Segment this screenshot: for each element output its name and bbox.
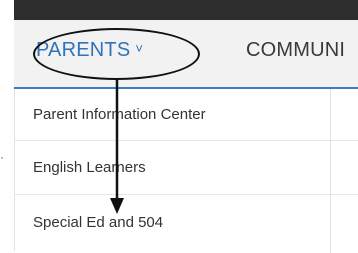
arrow-down-icon (110, 80, 124, 214)
